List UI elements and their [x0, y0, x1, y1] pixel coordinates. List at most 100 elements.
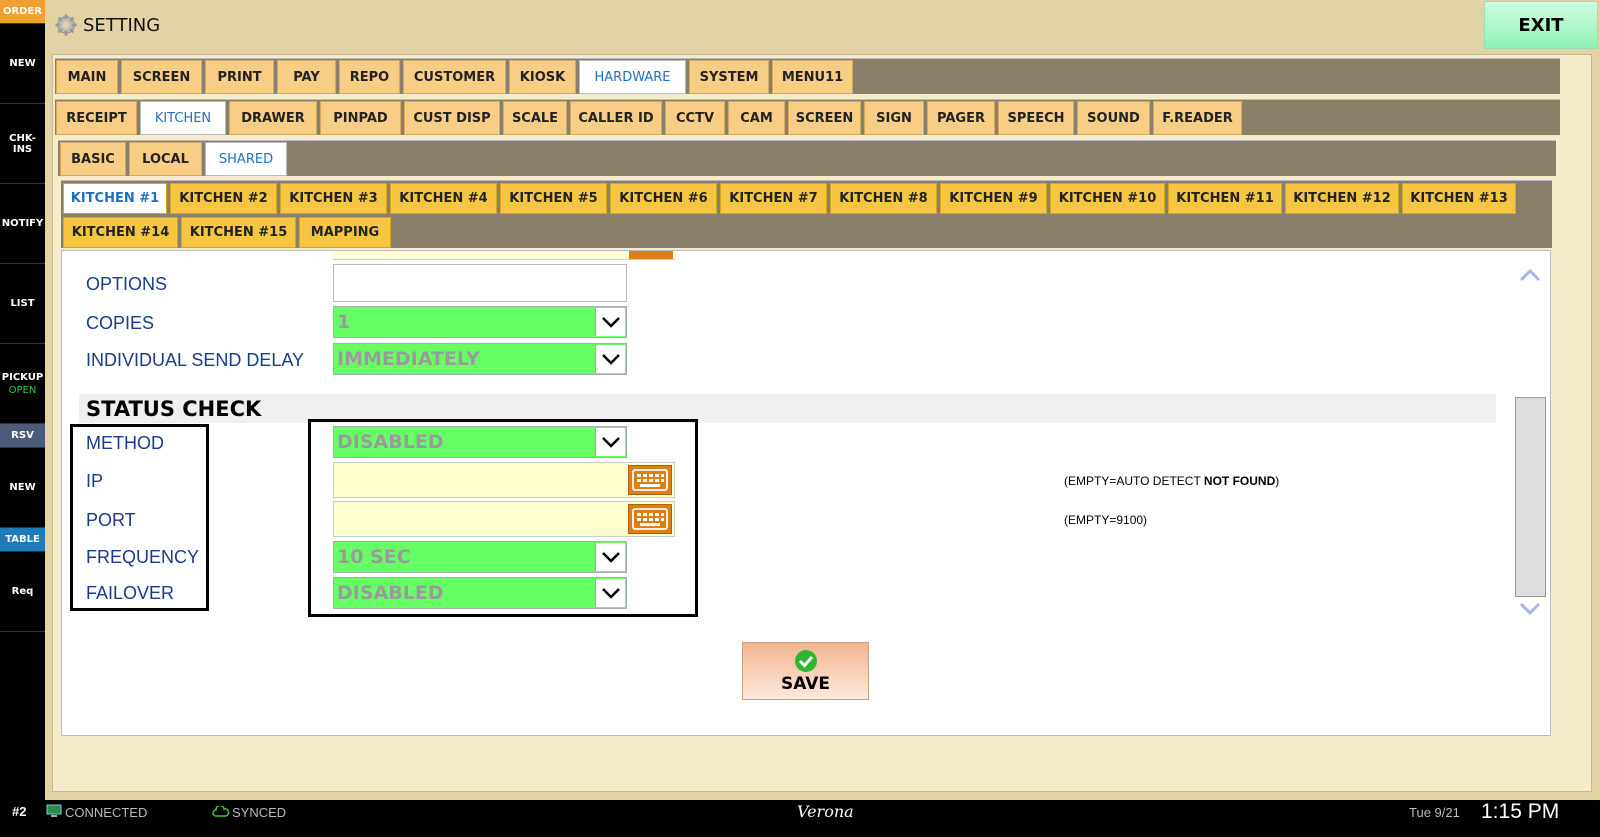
tab-drawer[interactable]: DRAWER	[229, 101, 317, 135]
sidebar-list-button[interactable]: LIST	[0, 264, 45, 344]
method-dropdown[interactable]: DISABLED	[333, 426, 627, 458]
tab-receipt[interactable]: RECEIPT	[56, 101, 137, 135]
tab-cctv[interactable]: CCTV	[665, 101, 725, 135]
tab-basic[interactable]: BASIC	[60, 142, 126, 176]
keyboard-icon-remnant	[629, 251, 673, 259]
frequency-dropdown[interactable]: 10 SEC	[333, 541, 627, 573]
ip-hint-prefix: (EMPTY=AUTO DETECT	[1064, 474, 1204, 488]
failover-label: FAILOVER	[86, 583, 175, 603]
tab-screen-hw[interactable]: SCREEN	[788, 101, 861, 135]
tab-pager[interactable]: PAGER	[927, 101, 995, 135]
tab-print[interactable]: PRINT	[205, 60, 274, 94]
tab-kitchen-15[interactable]: KITCHEN #15	[181, 217, 296, 248]
tab-menu11[interactable]: MENU11	[772, 60, 853, 94]
tab-caller-id[interactable]: CALLER ID	[570, 101, 662, 135]
tab-kitchen-3[interactable]: KITCHEN #3	[280, 183, 387, 214]
tab-kitchen-11[interactable]: KITCHEN #11	[1168, 183, 1282, 214]
tab-f-reader[interactable]: F.READER	[1153, 101, 1242, 135]
tab-kitchen-2[interactable]: KITCHEN #2	[170, 183, 277, 214]
sidebar-order-button[interactable]: ORDER	[0, 0, 45, 24]
sidebar-label: NOTIFY	[1, 218, 44, 229]
tab-kitchen-9[interactable]: KITCHEN #9	[940, 183, 1047, 214]
status-bar: #2 CONNECTED SYNCED Verona Tue 9/21 1:15…	[0, 800, 1600, 837]
tab-sound[interactable]: SOUND	[1077, 101, 1150, 135]
chevron-down-icon	[595, 579, 625, 607]
tab-kitchen-12[interactable]: KITCHEN #12	[1285, 183, 1399, 214]
tab-kitchen-13[interactable]: KITCHEN #13	[1402, 183, 1516, 214]
sidebar-table-button[interactable]: TABLE	[0, 528, 45, 552]
tab-hardware[interactable]: HARDWARE	[579, 60, 686, 94]
time-display: 1:15 PM	[1481, 800, 1560, 823]
tab-pinpad[interactable]: PINPAD	[320, 101, 401, 135]
tab-scale[interactable]: SCALE	[503, 101, 567, 135]
sidebar-label: NEW	[9, 58, 36, 69]
location-name: Verona	[797, 802, 854, 821]
tab-kitchen-1[interactable]: KITCHEN #1	[63, 183, 167, 214]
sidebar-new-button[interactable]: NEW	[0, 24, 45, 104]
tab-kitchen-6[interactable]: KITCHEN #6	[610, 183, 717, 214]
kitchen-number-tabs: KITCHEN #1 KITCHEN #2 KITCHEN #3 KITCHEN…	[61, 180, 1552, 248]
chevron-down-icon	[595, 428, 625, 456]
tab-kitchen-10[interactable]: KITCHEN #10	[1050, 183, 1165, 214]
sidebar-label: PICKUP	[1, 371, 44, 383]
cloud-icon	[212, 806, 230, 817]
tab-sign[interactable]: SIGN	[864, 101, 924, 135]
tab-cust-disp[interactable]: CUST DISP	[404, 101, 500, 135]
ip-hint: (EMPTY=AUTO DETECT NOT FOUND)	[1064, 474, 1279, 488]
exit-button[interactable]: EXIT	[1484, 1, 1598, 49]
tab-kitchen[interactable]: KITCHEN	[140, 101, 226, 135]
tab-mapping[interactable]: MAPPING	[299, 217, 391, 248]
port-input[interactable]	[333, 501, 675, 537]
keyboard-icon[interactable]	[628, 504, 672, 534]
ip-hint-status: NOT FOUND	[1203, 474, 1276, 488]
save-label: SAVE	[780, 673, 831, 694]
sidebar-rsv-button[interactable]: RSV	[0, 424, 45, 448]
tab-kitchen-14[interactable]: KITCHEN #14	[63, 217, 178, 248]
frequency-label: FREQUENCY	[86, 547, 200, 567]
sidebar-req-button[interactable]: Req	[0, 552, 45, 632]
sidebar-chk-ins-button[interactable]: CHK-INS	[0, 104, 45, 184]
tab-customer[interactable]: CUSTOMER	[403, 60, 506, 94]
tab-kitchen-7[interactable]: KITCHEN #7	[720, 183, 827, 214]
chevron-down-icon	[595, 345, 625, 373]
tab-cam[interactable]: CAM	[728, 101, 785, 135]
sidebar-label: NEW	[9, 482, 36, 493]
left-sidebar: ORDER NEW CHK-INS NOTIFY LIST PICKUP OPE…	[0, 0, 45, 817]
send-delay-dropdown[interactable]: IMMEDIATELY	[333, 343, 627, 375]
sidebar-pickup-button[interactable]: PICKUP OPEN	[0, 344, 45, 424]
hardware-tabs: RECEIPT KITCHEN DRAWER PINPAD CUST DISP …	[55, 99, 1560, 135]
checkmark-icon	[794, 649, 817, 672]
section-title: STATUS CHECK	[86, 397, 262, 421]
tab-speech[interactable]: SPEECH	[998, 101, 1074, 135]
tab-system[interactable]: SYSTEM	[689, 60, 769, 94]
options-field[interactable]	[333, 264, 627, 302]
pickup-status: OPEN	[8, 384, 37, 396]
scroll-down-button[interactable]	[1517, 598, 1543, 620]
scroll-up-button[interactable]	[1517, 264, 1543, 286]
tab-local[interactable]: LOCAL	[129, 142, 202, 176]
copies-label: COPIES	[86, 313, 155, 333]
network-icon	[46, 804, 62, 817]
keyboard-icon[interactable]	[628, 465, 672, 495]
sidebar-new2-button[interactable]: NEW	[0, 448, 45, 528]
sidebar-label: RSV	[11, 430, 34, 441]
failover-dropdown[interactable]: DISABLED	[333, 577, 627, 609]
tab-kitchen-4[interactable]: KITCHEN #4	[390, 183, 497, 214]
scrollbar-thumb[interactable]	[1515, 397, 1546, 597]
tab-repo[interactable]: REPO	[339, 60, 400, 94]
chevron-down-icon	[1519, 602, 1541, 616]
tab-kitchen-8[interactable]: KITCHEN #8	[830, 183, 937, 214]
tab-screen[interactable]: SCREEN	[121, 60, 202, 94]
port-label: PORT	[86, 510, 136, 530]
tab-pay[interactable]: PAY	[277, 60, 336, 94]
tab-kiosk[interactable]: KIOSK	[509, 60, 576, 94]
tab-main[interactable]: MAIN	[56, 60, 118, 94]
tab-kitchen-5[interactable]: KITCHEN #5	[500, 183, 607, 214]
ip-input[interactable]	[333, 462, 675, 498]
save-button[interactable]: SAVE	[742, 642, 869, 700]
tab-shared[interactable]: SHARED	[205, 142, 287, 176]
copies-dropdown[interactable]: 1	[333, 306, 627, 338]
title-bar: SETTING EXIT	[45, 0, 1600, 52]
sidebar-notify-button[interactable]: NOTIFY	[0, 184, 45, 264]
sidebar-label: ORDER	[2, 6, 43, 17]
